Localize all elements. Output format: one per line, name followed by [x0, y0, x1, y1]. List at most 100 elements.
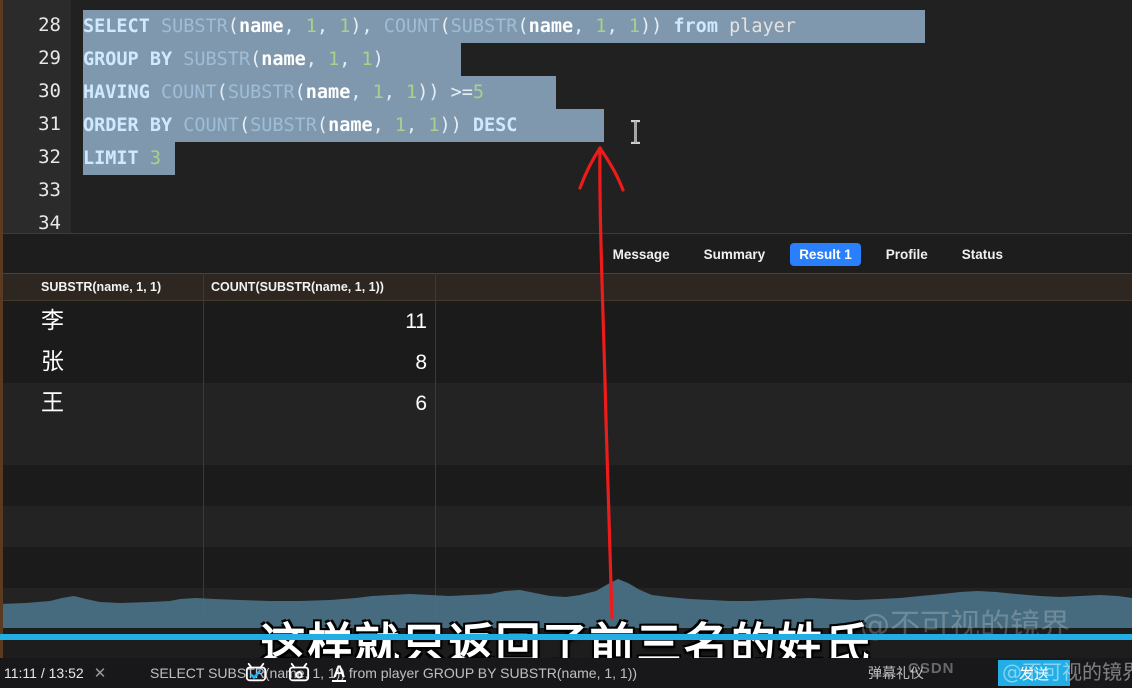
code-token: (: [294, 82, 306, 103]
user-watermark: @不可视的镜界: [1002, 660, 1132, 684]
code-token: 5: [472, 82, 485, 103]
code-line[interactable]: SELECT SUBSTR(name, 1, 1), COUNT(SUBSTR(…: [83, 10, 925, 43]
code-token: ): [372, 49, 384, 70]
code-token: (: [216, 82, 228, 103]
column-divider: [435, 273, 436, 618]
table-row[interactable]: 李 11: [3, 301, 1132, 342]
tab-result-1[interactable]: Result 1: [790, 242, 861, 266]
code-line[interactable]: HAVING COUNT(SUBSTR(name, 1, 1)) >=5: [83, 76, 556, 109]
code-line[interactable]: GROUP BY SUBSTR(name, 1, 1): [83, 43, 461, 76]
code-token: SUBSTR: [183, 49, 251, 70]
table-row[interactable]: 张8: [3, 342, 1132, 383]
close-icon[interactable]: ✕: [94, 664, 107, 682]
csdn-watermark: CSDN: [908, 660, 955, 677]
code-token: 3: [149, 148, 161, 169]
table-row-empty[interactable]: [3, 465, 1132, 506]
editor-code-area[interactable]: SELECT SUBSTR(name, 1, 1), COUNT(SUBSTR(…: [71, 0, 1132, 233]
code-token: name: [305, 82, 351, 103]
code-token: (: [517, 16, 529, 37]
code-token: ,: [283, 16, 306, 37]
video-progress-track[interactable]: [0, 634, 1132, 640]
code-token: ,: [383, 82, 407, 103]
cell-surname[interactable]: 王: [41, 383, 64, 424]
video-player-frame[interactable]: 28 29 30 31 32 33 34 SELECT SUBSTR(name, 1, 1)…: [0, 0, 1132, 688]
code-token: (: [250, 49, 262, 70]
code-token: COUNT: [160, 82, 217, 103]
code-token: SUBSTR: [227, 82, 295, 103]
playback-time-display: 11:11 / 13:52: [4, 665, 84, 681]
code-token: ,: [316, 16, 340, 37]
code-token: ,: [350, 82, 373, 103]
code-token: COUNT: [383, 16, 440, 37]
code-token: 1: [394, 115, 407, 136]
cell-surname[interactable]: 李: [41, 301, 64, 342]
font-size-icon[interactable]: A: [332, 663, 347, 682]
line-number: 31: [38, 113, 61, 135]
query-result-table[interactable]: SUBSTR(name, 1, 1) COUNT(SUBSTR(name, 1, …: [3, 273, 1132, 618]
app-window-left-border: [0, 0, 3, 660]
table-row-empty[interactable]: [3, 424, 1132, 465]
code-line[interactable]: LIMIT 3: [83, 142, 175, 175]
code-token: name: [261, 49, 306, 70]
text-cursor-ibeam-icon: [631, 120, 640, 144]
result-tab-list[interactable]: Message Summary Result 1 Profile Status: [604, 234, 1012, 274]
editor-line-number-gutter: 28 29 30 31 32 33 34: [3, 0, 71, 233]
code-token: ,: [372, 115, 395, 136]
code-token: name: [528, 16, 574, 37]
code-token: )): [639, 16, 674, 37]
code-token: (: [238, 115, 251, 136]
cell-count[interactable]: 6: [211, 383, 427, 424]
code-token: 1: [361, 49, 373, 70]
table-row-empty[interactable]: [3, 506, 1132, 547]
code-token: DESC: [472, 115, 518, 136]
table-row[interactable]: 王6: [3, 383, 1132, 424]
video-player-control-bar[interactable]: 11:11 / 13:52 ✕ SELECT SUBSTR(name, 1, 1…: [0, 658, 1132, 688]
code-token: 1: [628, 16, 640, 37]
code-token: SUBSTR: [450, 16, 518, 37]
cell-count[interactable]: 8: [211, 342, 427, 383]
code-token: 1: [406, 82, 418, 103]
code-token: SUBSTR: [160, 16, 228, 37]
code-token: name: [328, 115, 373, 136]
code-token: (: [316, 115, 329, 136]
tab-status[interactable]: Status: [953, 243, 1012, 266]
column-header[interactable]: SUBSTR(name, 1, 1): [41, 274, 161, 301]
danmaku-settings-icon[interactable]: [288, 662, 310, 688]
code-token: COUNT: [183, 115, 239, 136]
line-number: 30: [38, 80, 61, 102]
current-time: 11:11: [4, 665, 37, 681]
line-number: 29: [38, 47, 61, 69]
result-panel-tabbar[interactable]: Message Summary Result 1 Profile Status: [3, 233, 1132, 273]
cell-surname[interactable]: 张: [41, 342, 64, 383]
code-token: from: [673, 16, 718, 37]
danmaku-input-placeholder[interactable]: SELECT SUBSTR(name, 1, 1)) from player G…: [150, 658, 637, 688]
danmaku-input-zone[interactable]: SELECT SUBSTR(name, 1, 1)) from player G…: [150, 658, 980, 688]
tab-message[interactable]: Message: [604, 243, 679, 266]
code-token: player: [729, 16, 796, 37]
code-token: GROUP BY: [83, 49, 173, 70]
column-header[interactable]: COUNT(SUBSTR(name, 1, 1)): [211, 274, 384, 301]
total-time: 13:52: [48, 665, 84, 681]
code-token: 1: [595, 16, 607, 37]
line-number: 32: [38, 146, 61, 168]
code-token: 1: [428, 115, 440, 136]
code-token: LIMIT: [83, 148, 139, 169]
column-divider: [203, 273, 204, 618]
code-token: SELECT: [83, 16, 150, 37]
sql-editor-pane[interactable]: 28 29 30 31 32 33 34 SELECT SUBSTR(name, 1, 1)…: [3, 0, 1132, 233]
code-token: (: [227, 16, 239, 37]
code-token: )): [417, 82, 451, 103]
tab-summary[interactable]: Summary: [695, 243, 775, 266]
code-token: (: [439, 16, 451, 37]
danmaku-tv-on-icon[interactable]: [245, 662, 267, 688]
code-line[interactable]: ORDER BY COUNT(SUBSTR(name, 1, 1)) DESC: [83, 109, 604, 142]
code-token: ,: [573, 16, 596, 37]
tab-profile[interactable]: Profile: [877, 243, 937, 266]
cell-count[interactable]: 11: [211, 301, 427, 342]
code-token: 1: [339, 16, 351, 37]
code-token: ,: [406, 115, 429, 136]
